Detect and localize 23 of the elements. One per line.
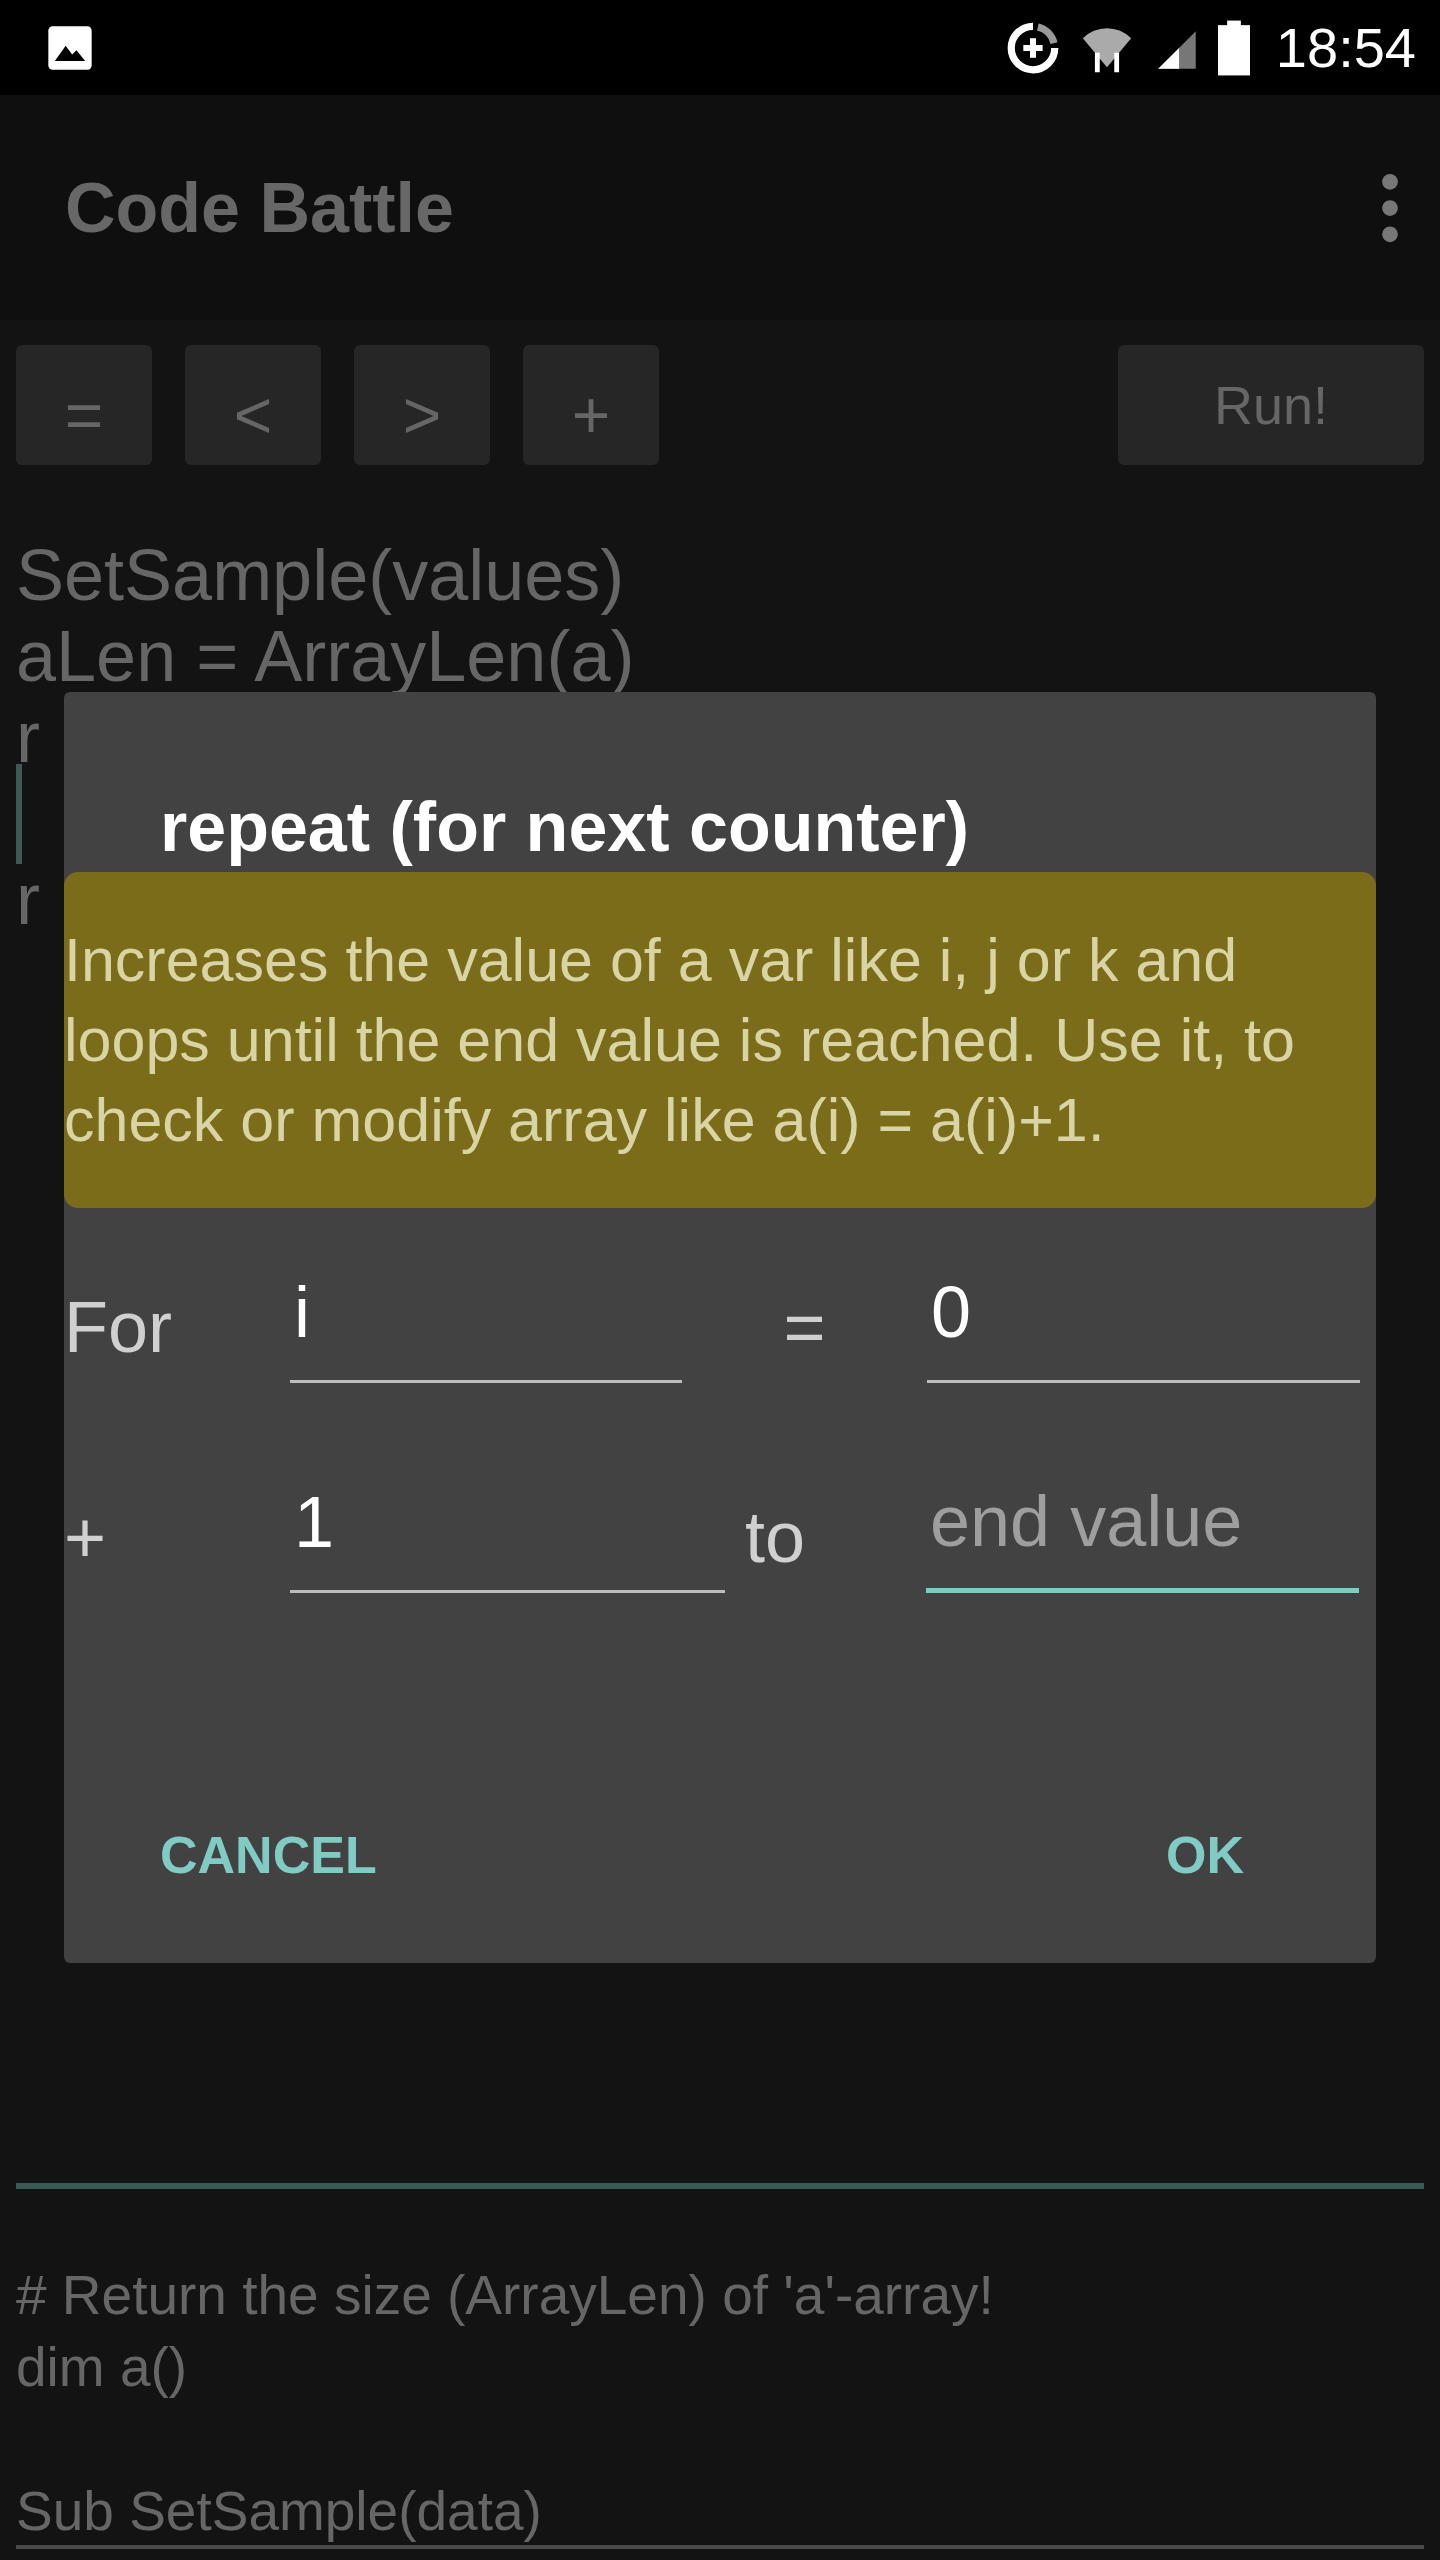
dialog-title: repeat (for next counter) bbox=[159, 787, 970, 868]
code-line: r bbox=[16, 859, 41, 940]
status-time: 18:54 bbox=[1275, 15, 1416, 80]
battery-icon bbox=[1217, 19, 1250, 76]
code-line: r bbox=[16, 697, 41, 778]
code-line: dim a() bbox=[16, 2335, 189, 2400]
code-line: Sub SetSample(data) bbox=[16, 2479, 543, 2544]
field-label: + bbox=[64, 1496, 108, 1579]
code-line: SetSample(values) bbox=[16, 535, 626, 616]
dialog-button[interactable]: CANCEL bbox=[144, 1805, 393, 1905]
input-field[interactable]: i bbox=[290, 1263, 682, 1383]
code-line: # Return the size (ArrayLen) of 'a'-array! bbox=[16, 2263, 995, 2328]
app-title: Code Battle bbox=[65, 167, 454, 248]
dialog-button[interactable]: OK bbox=[1150, 1805, 1260, 1905]
hint-text: Increases the value of a var like i, j or k and loops until the end value is reached. Use it, to check or modify array like a(i) = a(i)+1. bbox=[64, 872, 1376, 1208]
field-label: For bbox=[64, 1286, 173, 1369]
field-label: to bbox=[744, 1496, 807, 1579]
input-field[interactable]: 1 bbox=[290, 1473, 725, 1593]
more-options-icon bbox=[1380, 172, 1400, 243]
input-field[interactable]: end value bbox=[926, 1473, 1359, 1593]
code-line: aLen = ArrayLen(a) bbox=[16, 616, 636, 697]
input-field[interactable]: 0 bbox=[927, 1263, 1360, 1383]
field-label: = bbox=[782, 1286, 827, 1369]
